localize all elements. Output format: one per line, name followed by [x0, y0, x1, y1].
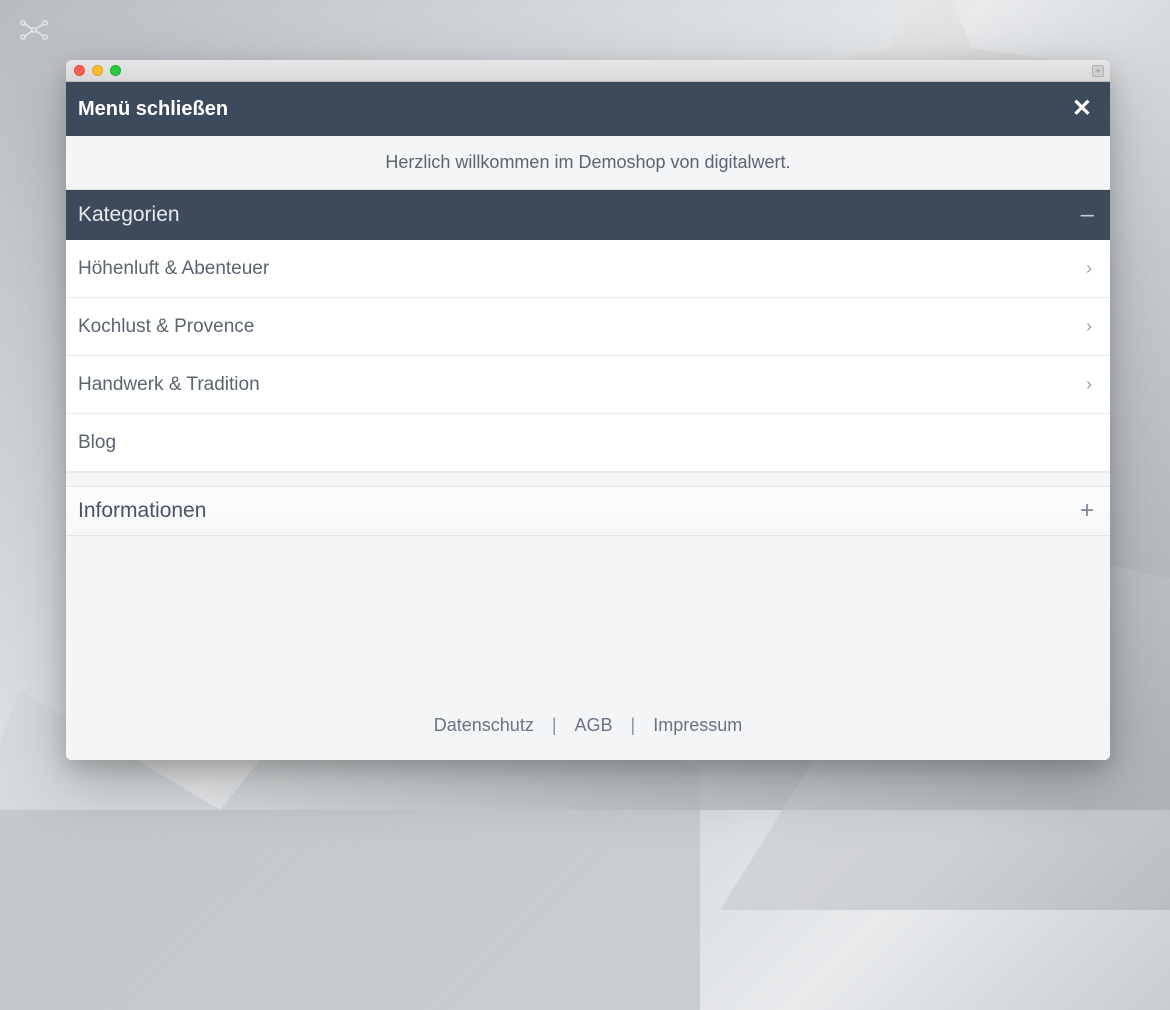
- footer-separator: |: [631, 715, 636, 736]
- window-titlebar: +: [66, 60, 1110, 82]
- footer-link-agb[interactable]: AGB: [575, 715, 613, 736]
- collapse-icon: –: [1081, 201, 1094, 229]
- browser-window: + Menü schließen ✕ Herzlich willkommen i…: [66, 60, 1110, 760]
- footer-separator: |: [552, 715, 557, 736]
- footer-link-datenschutz[interactable]: Datenschutz: [434, 715, 534, 736]
- window-close-button[interactable]: [74, 65, 85, 76]
- section-header-categories[interactable]: Kategorien –: [66, 190, 1110, 240]
- chevron-right-icon: ›: [1086, 316, 1092, 337]
- category-item[interactable]: Blog: [66, 414, 1110, 472]
- section-gap: [66, 472, 1110, 486]
- footer-links: Datenschutz | AGB | Impressum: [66, 697, 1110, 760]
- category-label: Blog: [78, 432, 116, 454]
- close-icon[interactable]: ✕: [1072, 97, 1092, 121]
- category-item[interactable]: Höhenluft & Abenteuer ›: [66, 240, 1110, 298]
- chevron-right-icon: ›: [1086, 374, 1092, 395]
- chevron-right-icon: ›: [1086, 258, 1092, 279]
- window-zoom-button[interactable]: [110, 65, 121, 76]
- section-title: Informationen: [78, 499, 206, 523]
- category-label: Handwerk & Tradition: [78, 374, 260, 396]
- category-item[interactable]: Handwerk & Tradition ›: [66, 356, 1110, 414]
- welcome-banner: Herzlich willkommen im Demoshop von digi…: [66, 136, 1110, 190]
- category-label: Kochlust & Provence: [78, 316, 254, 338]
- category-list: Höhenluft & Abenteuer › Kochlust & Prove…: [66, 240, 1110, 472]
- menu-close-label[interactable]: Menü schließen: [78, 98, 228, 121]
- app-logo-icon: [18, 18, 48, 42]
- footer-link-impressum[interactable]: Impressum: [653, 715, 742, 736]
- window-minimize-button[interactable]: [92, 65, 103, 76]
- category-item[interactable]: Kochlust & Provence ›: [66, 298, 1110, 356]
- category-label: Höhenluft & Abenteuer: [78, 258, 269, 280]
- window-expand-button[interactable]: +: [1092, 65, 1104, 77]
- section-title: Kategorien: [78, 203, 180, 227]
- menu-header: Menü schließen ✕: [66, 82, 1110, 136]
- section-header-information[interactable]: Informationen +: [66, 486, 1110, 536]
- expand-icon: +: [1080, 497, 1094, 525]
